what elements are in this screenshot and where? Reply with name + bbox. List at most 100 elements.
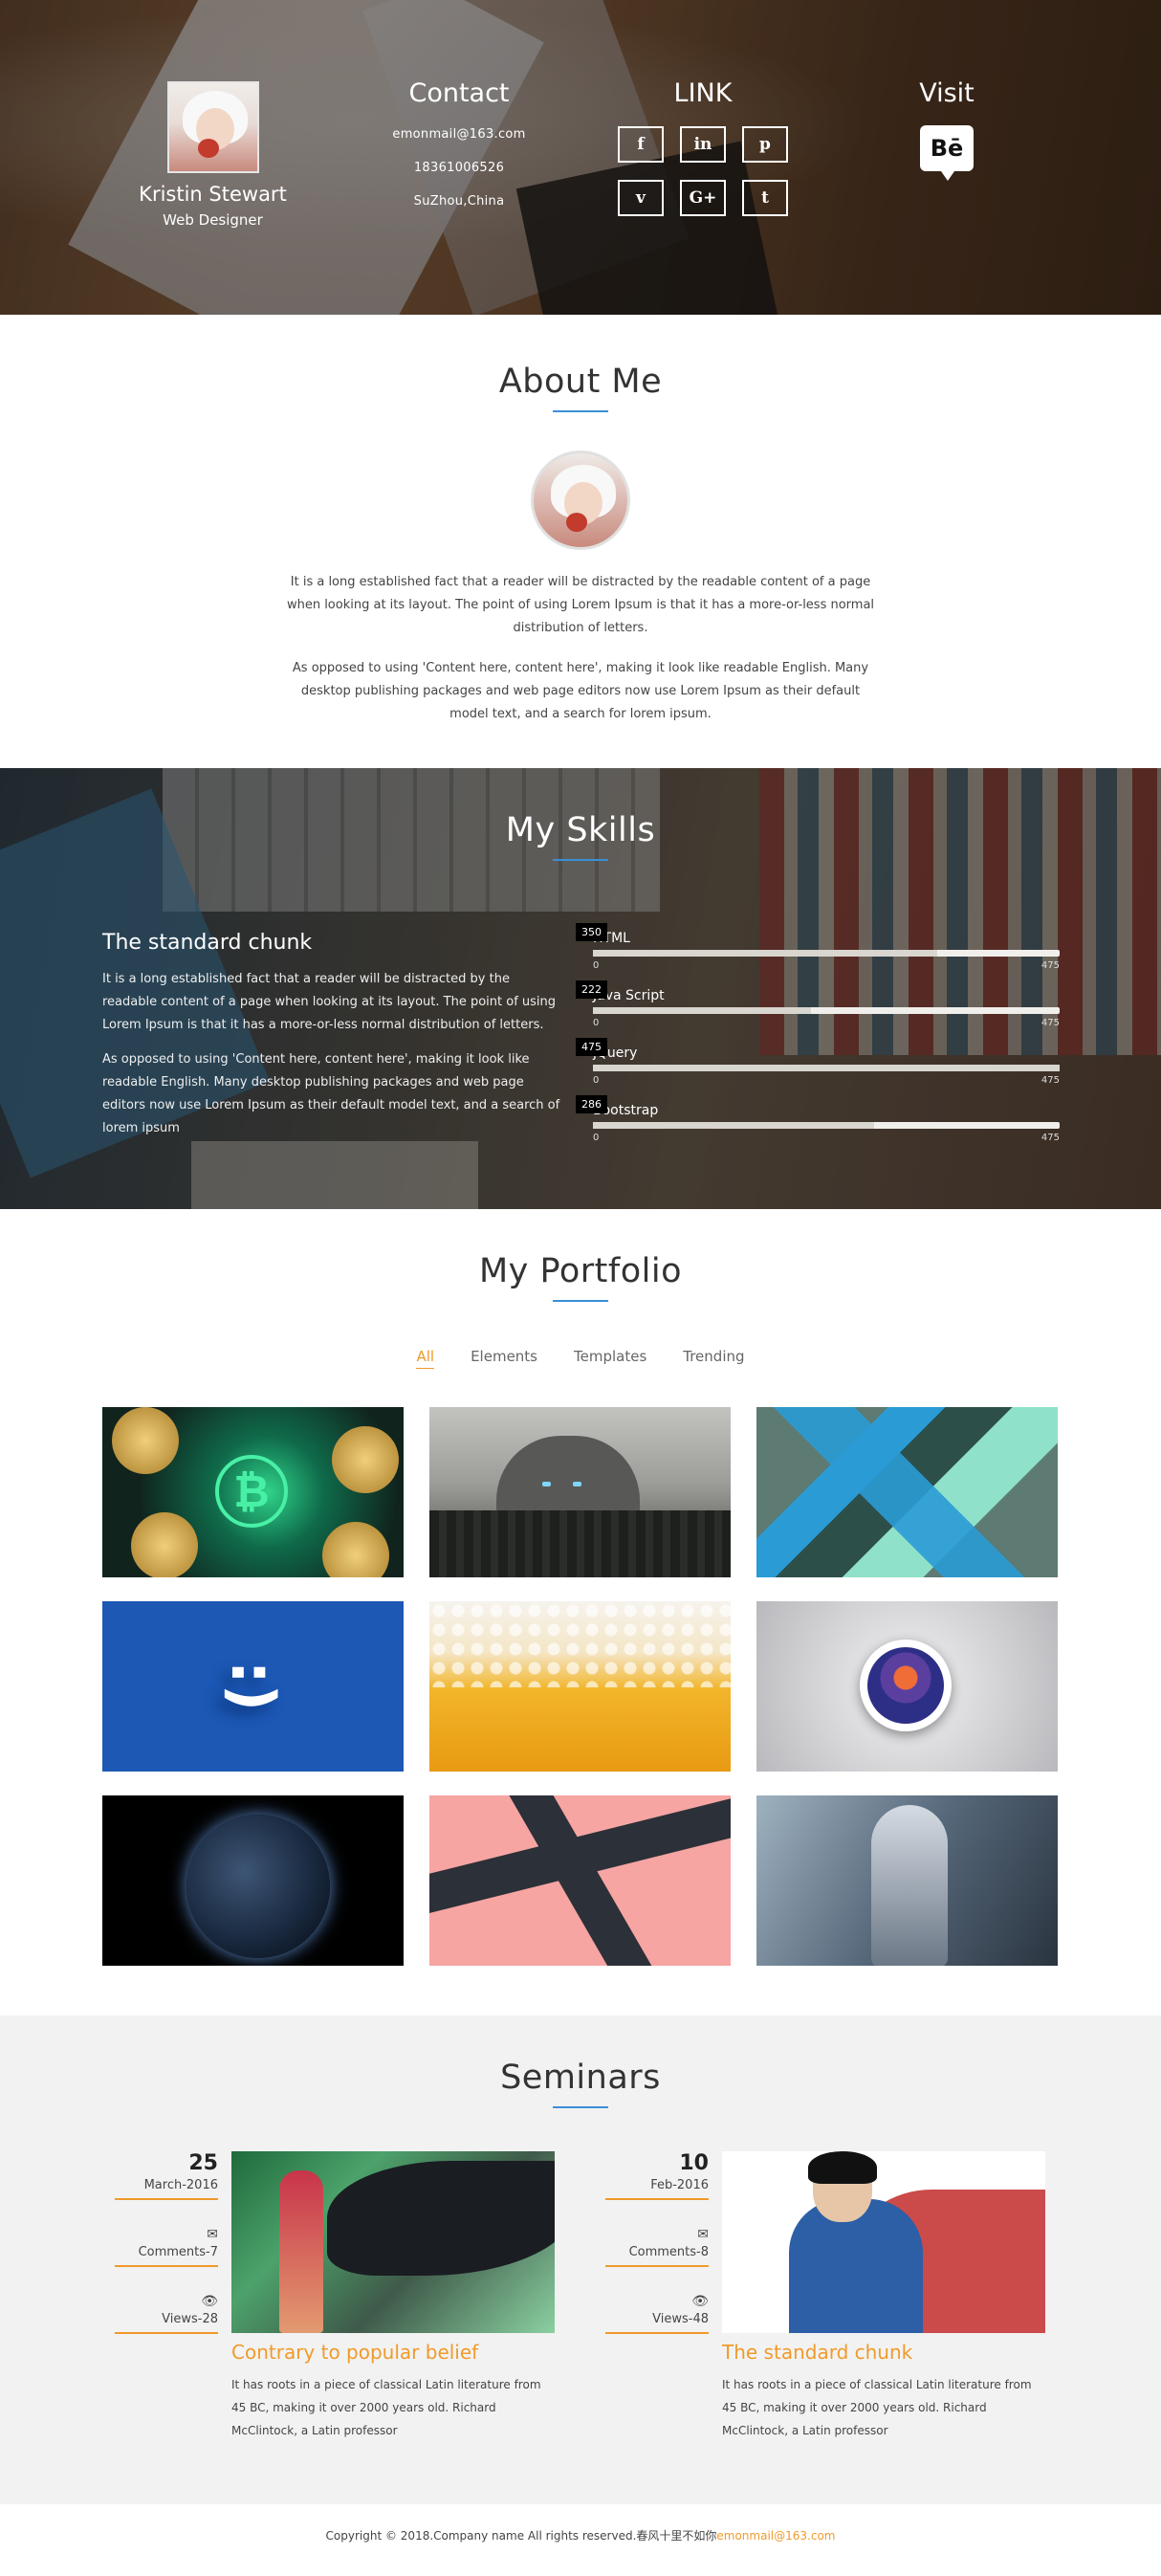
smiley-icon: :) <box>218 1660 288 1712</box>
seminars-section: Seminars 25 March-2016 ✉ Comments-7 👁 Vi… <box>0 2015 1161 2504</box>
linkedin-icon[interactable]: in <box>680 126 726 163</box>
seminar-text: It has roots in a piece of classical Lat… <box>231 2378 541 2437</box>
skill-value-badge: 286 <box>576 1095 607 1113</box>
skill-min: 0 <box>593 1133 600 1143</box>
seminar-day: 10 <box>679 2151 709 2175</box>
skills-heading: The standard chunk <box>102 931 313 955</box>
skill-min: 0 <box>593 1018 600 1028</box>
seminar-title[interactable]: Contrary to popular belief <box>231 2341 478 2364</box>
seminar-comments[interactable]: Comments-8 <box>605 2245 709 2267</box>
title-underline <box>553 2106 608 2108</box>
footer-email-link[interactable]: emonmail@163.com <box>716 2529 835 2543</box>
portfolio-item-bitcoin[interactable]: ₿ <box>102 1407 404 1577</box>
portfolio-item-giant[interactable] <box>429 1407 731 1577</box>
skill-value-badge: 350 <box>576 923 607 941</box>
about-title: About Me <box>498 363 663 401</box>
seminar-text: It has roots in a piece of classical Lat… <box>722 2378 1032 2437</box>
eye-icon: 👁 <box>201 2294 218 2309</box>
filter-elements[interactable]: Elements <box>471 1348 537 1369</box>
portfolio-grid: ₿ :) <box>102 1407 1059 1966</box>
title-underline <box>553 859 608 861</box>
skill-track <box>593 1065 1060 1071</box>
filter-templates[interactable]: Templates <box>574 1348 646 1369</box>
portfolio-title: My Portfolio <box>478 1252 683 1290</box>
contact-phone: 18361006526 <box>413 161 505 175</box>
skill-fill <box>593 950 937 957</box>
footer: Copyright © 2018.Company name All rights… <box>0 2504 1161 2557</box>
skill-bar: HTML 350 0 475 <box>576 923 1060 986</box>
contact-title: Contact <box>408 78 510 108</box>
copyright-text: Copyright © 2018.Company name All rights… <box>325 2529 717 2543</box>
seminar-image-batman[interactable] <box>231 2151 555 2333</box>
bitcoin-icon: ₿ <box>215 1455 288 1528</box>
tumblr-icon[interactable]: t <box>742 180 788 216</box>
vimeo-icon[interactable]: v <box>618 180 664 216</box>
skill-bar: Bootstrap 286 0 475 <box>576 1095 1060 1158</box>
skill-track <box>593 1122 1060 1129</box>
portfolio-filters: All Elements Templates Trending <box>0 1348 1161 1369</box>
skill-fill <box>593 1065 1060 1071</box>
profile-block: Kristin Stewart Web Designer <box>115 0 311 229</box>
seminar-comments[interactable]: Comments-7 <box>115 2245 218 2267</box>
title-underline <box>553 1300 608 1302</box>
portfolio-item-earth[interactable] <box>102 1795 404 1966</box>
skills-paragraph-2: As opposed to using 'Content here, conte… <box>102 1052 560 1135</box>
portfolio-item-stripes[interactable] <box>756 1407 1058 1577</box>
profile-role: Web Designer <box>163 211 263 229</box>
filter-trending[interactable]: Trending <box>683 1348 744 1369</box>
envelope-icon: ✉ <box>207 2227 218 2242</box>
skills-description: The standard chunk It is a long establis… <box>102 931 566 1140</box>
skill-value-badge: 222 <box>576 980 607 999</box>
seminars-title: Seminars <box>500 2059 661 2097</box>
seminar-views: Views-28 <box>115 2312 218 2334</box>
skill-fill <box>593 1122 874 1129</box>
seminar-meta: 10 Feb-2016 ✉ Comments-8 👁 Views-48 <box>605 2151 709 2334</box>
pinterest-icon[interactable]: p <box>742 126 788 163</box>
contact-block: Contact emonmail@163.com 18361006526 SuZ… <box>363 0 555 209</box>
skill-max: 475 <box>1041 1075 1060 1086</box>
skill-fill <box>593 1007 811 1014</box>
portfolio-item-geometric[interactable] <box>429 1795 731 1966</box>
skill-bar: jQuery 475 0 475 <box>576 1038 1060 1101</box>
social-links: f in p v G+ t <box>618 126 788 216</box>
filter-all[interactable]: All <box>416 1348 435 1369</box>
skill-track <box>593 950 1060 957</box>
skill-min: 0 <box>593 1075 600 1086</box>
skill-max: 475 <box>1041 960 1060 971</box>
links-title: LINK <box>673 78 733 108</box>
portfolio-item-badge[interactable] <box>756 1601 1058 1772</box>
avatar <box>166 81 259 173</box>
google-plus-icon[interactable]: G+ <box>680 180 726 216</box>
about-paragraph-2: As opposed to using 'Content here, conte… <box>292 661 869 721</box>
skill-value-badge: 475 <box>576 1038 607 1056</box>
visit-block: Visit Bē <box>851 0 1042 181</box>
seminar-image-superman[interactable] <box>722 2151 1045 2333</box>
portfolio-section: My Portfolio All Elements Templates Tren… <box>0 1209 1161 2015</box>
seminar-month: March-2016 <box>115 2178 218 2200</box>
skills-paragraph-1: It is a long established fact that a rea… <box>102 972 557 1032</box>
skill-min: 0 <box>593 960 600 971</box>
portfolio-item-smiley[interactable]: :) <box>102 1601 404 1772</box>
contact-email[interactable]: emonmail@163.com <box>363 127 555 142</box>
eye-icon: 👁 <box>691 2294 709 2309</box>
skills-title: My Skills <box>505 811 656 849</box>
header-banner: Kristin Stewart Web Designer Contact emo… <box>0 0 1161 315</box>
skills-section: My Skills The standard chunk It is a lon… <box>0 768 1161 1209</box>
profile-name: Kristin Stewart <box>139 183 287 206</box>
seminar-meta: 25 March-2016 ✉ Comments-7 👁 Views-28 <box>115 2151 218 2334</box>
seminar-month: Feb-2016 <box>605 2178 709 2200</box>
portfolio-item-robot-girl[interactable] <box>756 1795 1058 1966</box>
links-block: LINK f in p v G+ t <box>607 0 799 216</box>
about-paragraph-1: It is a long established fact that a rea… <box>286 575 875 635</box>
about-avatar <box>531 451 630 550</box>
seminar-day: 25 <box>188 2151 218 2175</box>
skill-max: 475 <box>1041 1133 1060 1143</box>
seminar-title[interactable]: The standard chunk <box>722 2341 912 2364</box>
title-underline <box>553 410 608 412</box>
facebook-icon[interactable]: f <box>618 126 664 163</box>
seminar-views: Views-48 <box>605 2312 709 2334</box>
skill-bar: Java Script 222 0 475 <box>576 980 1060 1044</box>
visit-title: Visit <box>919 78 975 108</box>
portfolio-item-beer[interactable] <box>429 1601 731 1772</box>
behance-icon[interactable]: Bē <box>920 125 974 181</box>
